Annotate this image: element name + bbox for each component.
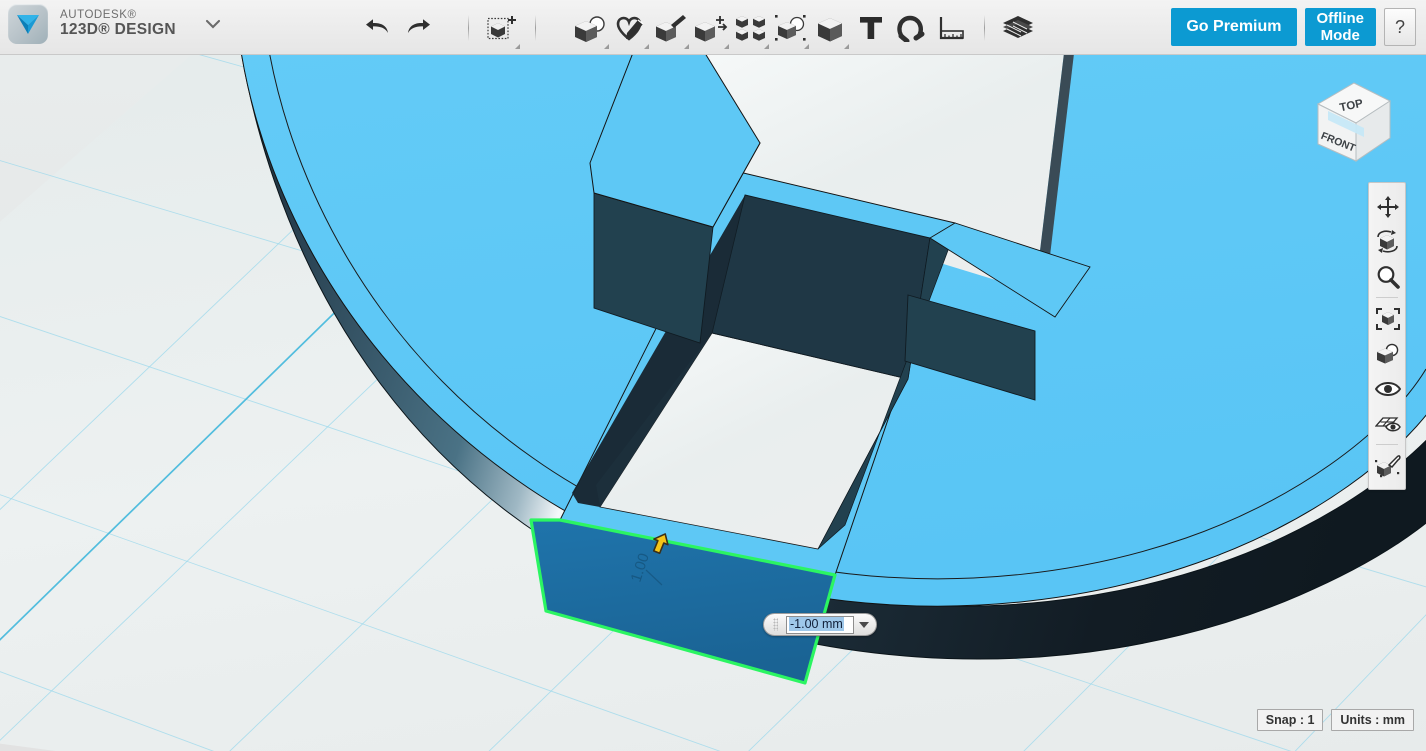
orbit-button[interactable]	[1369, 224, 1407, 259]
123d-logo-icon	[8, 4, 48, 44]
go-premium-button[interactable]: Go Premium	[1171, 8, 1296, 46]
materials-button[interactable]	[998, 5, 1038, 51]
dropdown-corner-icon	[604, 44, 609, 49]
distance-input-value: -1.00 mm	[789, 617, 844, 631]
brand-text: AUTODESK® 123D® DESIGN	[60, 9, 176, 38]
header-actions: Go Premium Offline Mode ?	[1171, 8, 1416, 46]
brand-line-2: 123D® DESIGN	[60, 22, 176, 39]
drag-grip-icon[interactable]	[764, 614, 786, 635]
distance-input[interactable]: -1.00 mm	[786, 616, 854, 634]
history-toolbar	[358, 0, 438, 55]
dropdown-corner-icon	[724, 44, 729, 49]
pattern-button[interactable]	[731, 5, 771, 51]
material-paint-button[interactable]	[1369, 448, 1407, 483]
pan-button[interactable]	[1369, 189, 1407, 224]
grouping-button[interactable]	[771, 5, 811, 51]
offline-mode-line-1: Offline	[1317, 10, 1365, 27]
help-button[interactable]: ?	[1384, 8, 1416, 46]
measure-button[interactable]	[931, 5, 971, 51]
dropdown-corner-icon	[764, 44, 769, 49]
transform-toolbar	[455, 0, 549, 55]
display-mode-button[interactable]	[1369, 336, 1407, 371]
viewport-3d[interactable]: 1.00 TOP FRONT	[0, 55, 1426, 751]
snap-button[interactable]	[891, 5, 931, 51]
dropdown-corner-icon	[804, 44, 809, 49]
transform-button[interactable]	[482, 5, 522, 51]
dropdown-corner-icon	[844, 44, 849, 49]
main-toolbar	[571, 0, 1038, 55]
toolbar-divider	[535, 15, 536, 41]
dropdown-corner-icon	[644, 44, 649, 49]
brand-line-1: AUTODESK®	[60, 9, 176, 21]
combine-button[interactable]	[811, 5, 851, 51]
dropdown-corner-icon	[515, 44, 520, 49]
offline-mode-line-2: Mode	[1317, 27, 1365, 44]
toolbar-divider	[468, 15, 469, 41]
nav-divider	[1376, 444, 1398, 445]
navigation-toolbar	[1368, 182, 1406, 490]
toolbar-divider	[984, 15, 985, 41]
construct-button[interactable]	[651, 5, 691, 51]
visibility-button[interactable]	[1369, 371, 1407, 406]
chevron-down-icon[interactable]	[204, 15, 222, 33]
view-cube[interactable]: TOP FRONT	[1306, 75, 1398, 171]
undo-button[interactable]	[358, 5, 398, 51]
offline-mode-button[interactable]: Offline Mode	[1305, 8, 1377, 46]
redo-button[interactable]	[398, 5, 438, 51]
sketch-button[interactable]	[611, 5, 651, 51]
grid-settings-button[interactable]	[1369, 406, 1407, 441]
units-status[interactable]: Units : mm	[1331, 709, 1414, 731]
nav-divider	[1376, 297, 1398, 298]
caret-down-icon[interactable]	[854, 614, 874, 635]
primitives-button[interactable]	[571, 5, 611, 51]
application-header: AUTODESK® 123D® DESIGN	[0, 0, 1426, 55]
zoom-button[interactable]	[1369, 259, 1407, 294]
modify-button[interactable]	[691, 5, 731, 51]
brand[interactable]: AUTODESK® 123D® DESIGN	[8, 4, 222, 44]
status-bar: Snap : 1 Units : mm	[1257, 709, 1414, 731]
snap-status[interactable]: Snap : 1	[1257, 709, 1324, 731]
text-button[interactable]	[851, 5, 891, 51]
scene-render: 1.00	[0, 55, 1426, 751]
dropdown-corner-icon	[684, 44, 689, 49]
distance-input-widget[interactable]: -1.00 mm	[763, 613, 877, 636]
fit-button[interactable]	[1369, 301, 1407, 336]
